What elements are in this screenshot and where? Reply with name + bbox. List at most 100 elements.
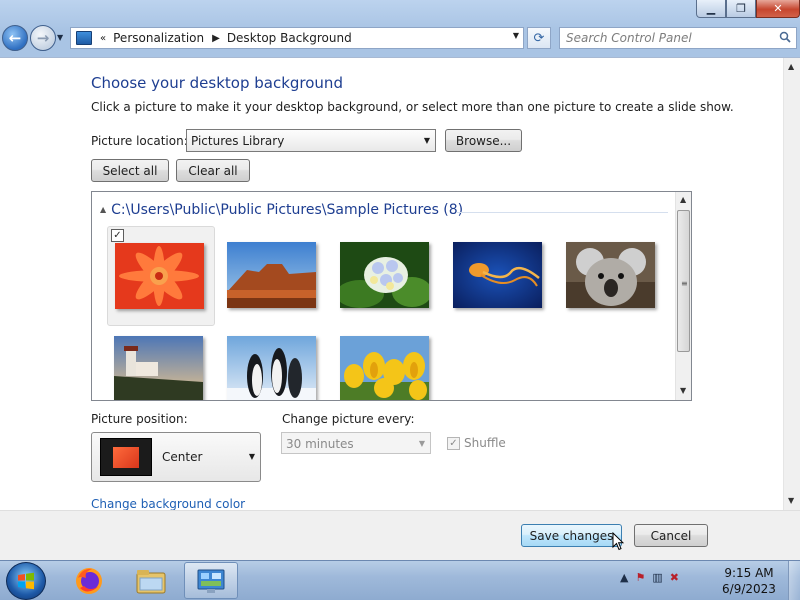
change-background-color-link[interactable]: Change background color [91,497,245,510]
change-picture-every-label: Change picture every: [282,412,415,426]
picture-tile-hydrangeas[interactable] [333,226,441,326]
search-icon[interactable] [779,31,791,43]
gallery-scrollbar[interactable]: ▲ ≡ ▼ [675,192,691,400]
recent-pages-dropdown[interactable]: ▼ [57,33,63,42]
shuffle-label: Shuffle [464,436,506,450]
group-header[interactable]: ▲ C:\Users\Public\Public Pictures\Sample … [100,202,463,218]
shuffle-checkbox: ✓ Shuffle [447,436,506,450]
taskbar-firefox[interactable] [62,562,116,599]
picture-location-select[interactable]: Pictures Library ▼ [186,129,436,152]
minimize-button[interactable]: ▁ [696,0,726,18]
close-button[interactable]: ✕ [756,0,800,18]
dialog-footer: Save changes Cancel [0,510,800,560]
mouse-cursor-icon [612,532,624,551]
system-tray: ▲ ⚑ ▥ ✖ [620,571,679,584]
taskbar-clock[interactable]: 9:15 AM 6/9/2023 [714,565,784,597]
search-placeholder: Search Control Panel [566,31,692,45]
picture-gallery: ▲ C:\Users\Public\Public Pictures\Sample … [91,191,692,401]
hydrangeas-thumbnail [340,242,429,308]
monitor-preview-icon [100,438,152,476]
caption-buttons: ▁ ❐ ✕ [696,0,800,22]
back-button[interactable]: ← [2,25,28,51]
control-panel-app-icon [197,569,225,593]
back-arrow-icon: ← [8,29,22,47]
refresh-icon: ⟳ [533,30,545,46]
change-picture-every-select: 30 minutes ▼ [281,432,431,454]
picture-tile-koala[interactable] [559,226,667,326]
group-header-label: C:\Users\Public\Public Pictures\Sample P… [111,202,464,218]
picture-position-select[interactable]: Center ▼ [91,432,261,482]
taskbar-control-panel[interactable] [184,562,238,599]
clear-all-button[interactable]: Clear all [176,159,250,182]
breadcrumb-personalization[interactable]: Personalization [113,31,204,45]
breadcrumb-desktop-background[interactable]: Desktop Background [227,31,352,45]
checkmark-icon: ✓ [447,436,460,450]
forward-arrow-icon: → [36,29,50,47]
action-center-flag-icon[interactable]: ⚑ [635,571,645,584]
desert-thumbnail [227,242,316,308]
show-desktop-button[interactable] [788,561,800,600]
navigation-bar: ← → ▼ « Personalization ▶ Desktop Backgr… [0,24,800,54]
picture-tile-lighthouse[interactable] [107,320,215,400]
picture-tile-desert[interactable] [220,226,328,326]
chevron-down-icon: ▼ [248,452,255,461]
refresh-button[interactable]: ⟳ [527,27,551,49]
clock-date: 6/9/2023 [722,582,776,596]
scroll-down-icon[interactable]: ▼ [788,496,794,505]
chrysanthemum-thumbnail [115,243,204,309]
picture-position-value: Center [162,450,203,464]
restore-button[interactable]: ❐ [726,0,756,18]
picture-tile-tulips[interactable] [333,320,441,400]
page-title: Choose your desktop background [91,74,343,92]
browse-button[interactable]: Browse... [445,129,522,152]
penguins-thumbnail [227,336,316,400]
minimize-icon: ▁ [706,2,716,15]
show-hidden-icons-icon[interactable]: ▲ [620,571,628,584]
grip-icon: ≡ [681,279,688,288]
breadcrumb-overflow[interactable]: « [100,33,106,44]
picture-position-label: Picture position: [91,412,188,426]
picture-tile-jellyfish[interactable] [446,226,554,326]
picture-tile-chrysanthemum[interactable]: ✓ [107,226,215,326]
start-button[interactable] [6,562,46,600]
picture-tile-penguins[interactable] [220,320,328,400]
lighthouse-thumbnail [114,336,203,400]
tulips-thumbnail [340,336,429,400]
breadcrumb-chevron-icon[interactable]: ▶ [212,33,220,44]
network-icon[interactable]: ▥ [652,571,662,584]
taskbar: ▲ ⚑ ▥ ✖ 9:15 AM 6/9/2023 [0,560,800,600]
chevron-down-icon: ▼ [423,136,430,145]
taskbar-windows-explorer[interactable] [124,562,178,599]
cancel-button[interactable]: Cancel [634,524,708,547]
clock-time: 9:15 AM [724,566,774,580]
firefox-icon [76,567,102,594]
page-description: Click a picture to make it your desktop … [91,100,734,114]
jellyfish-thumbnail [453,242,542,308]
picture-location-value: Pictures Library [191,134,285,148]
scroll-up-icon[interactable]: ▲ [680,195,686,204]
save-changes-button[interactable]: Save changes [521,524,622,547]
search-input[interactable]: Search Control Panel [559,27,797,49]
control-panel-window: ▁ ❐ ✕ ← → ▼ « Personalization ▶ Desktop … [0,0,800,560]
close-icon: ✕ [773,2,783,15]
address-bar[interactable]: « Personalization ▶ Desktop Background ▼ [70,27,524,49]
koala-thumbnail [566,242,655,308]
address-dropdown-icon[interactable]: ▼ [513,31,519,40]
chevron-down-icon: ▼ [418,439,425,448]
select-all-button[interactable]: Select all [91,159,169,182]
group-divider [456,212,668,213]
change-picture-every-value: 30 minutes [286,437,354,451]
control-panel-icon [76,31,92,45]
collapse-triangle-icon[interactable]: ▲ [100,205,106,214]
page-scrollbar[interactable]: ▲ ▼ [783,58,800,510]
scroll-up-icon[interactable]: ▲ [788,62,794,71]
gallery-scrollbar-thumb[interactable]: ≡ [677,210,690,352]
forward-button[interactable]: → [30,25,56,51]
picture-checkbox[interactable]: ✓ [111,229,124,242]
main-content: Choose your desktop background Click a p… [0,57,800,510]
folder-icon [136,569,166,593]
picture-location-label: Picture location: [91,134,188,148]
scroll-down-icon[interactable]: ▼ [680,386,686,395]
volume-muted-icon[interactable]: ✖ [670,571,679,584]
restore-icon: ❐ [736,2,746,15]
